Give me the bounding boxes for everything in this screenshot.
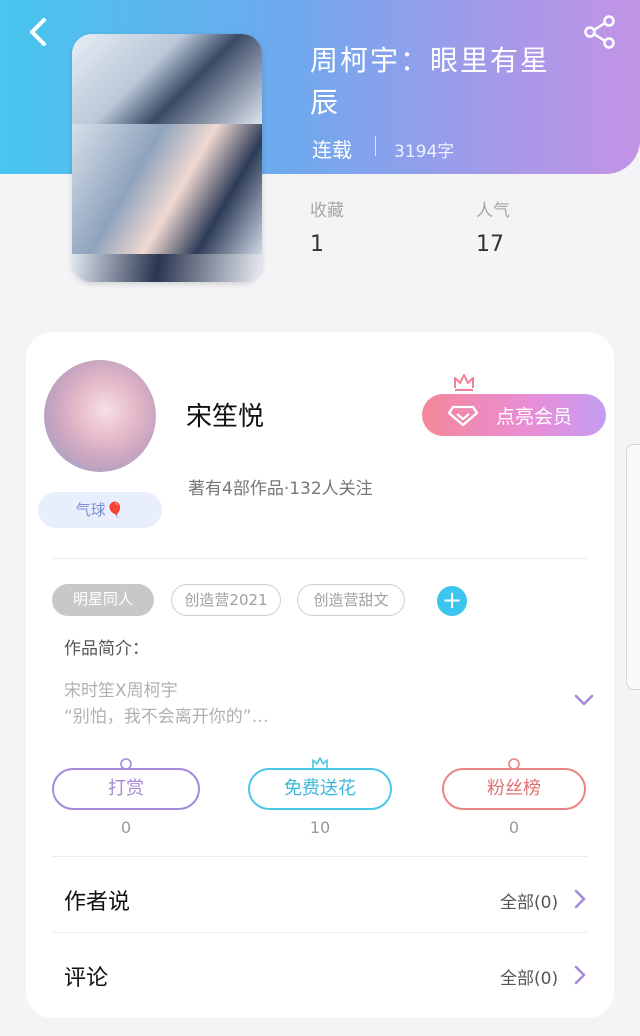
divider (375, 136, 376, 156)
stat-value-favorites: 1 (310, 232, 324, 257)
intro-label: 作品简介： (64, 639, 149, 659)
avatar[interactable] (44, 360, 156, 472)
divider (52, 558, 588, 559)
divider (52, 856, 588, 857)
side-scroll-handle[interactable] (626, 444, 640, 690)
author-notes-title[interactable]: 作者说 (64, 884, 130, 916)
share-icon[interactable] (580, 12, 620, 52)
author-name[interactable]: 宋笙悦 (186, 396, 264, 433)
send-flower-button[interactable]: 免费送花 (248, 768, 392, 810)
cover-image-part (72, 254, 262, 282)
add-tag-button[interactable]: + (437, 586, 467, 616)
book-title: 周柯宇：眼里有星辰 (310, 44, 551, 119)
word-count: 3194字 (394, 142, 455, 162)
diamond-icon (448, 405, 478, 427)
back-button[interactable] (20, 12, 60, 52)
tag-item[interactable]: 创造营2021 (171, 584, 281, 616)
comments-title[interactable]: 评论 (64, 960, 108, 992)
author-description: 著有4部作品·132人关注 (188, 479, 373, 499)
book-cover[interactable] (72, 34, 262, 282)
flower-count: 10 (309, 818, 331, 837)
fan-count: 0 (508, 818, 520, 837)
cover-image-part (72, 124, 262, 254)
tag-item[interactable]: 创造营甜文 (297, 584, 405, 616)
vip-button-label: 点亮会员 (496, 405, 573, 428)
reward-count: 0 (120, 818, 132, 837)
fan-ranking-button[interactable]: 粉丝榜 (442, 768, 586, 810)
divider (52, 932, 588, 933)
author-notes-all-link[interactable]: 全部(0) (500, 888, 558, 913)
crown-icon (454, 374, 474, 391)
intro-text: 宋时笙X周柯宇 (64, 681, 178, 701)
stat-label-popularity: 人气 (476, 201, 510, 221)
book-status: 连载 (312, 138, 352, 162)
intro-text: “别怕，我不会离开你的”… (64, 707, 269, 727)
chevron-right-icon[interactable] (572, 964, 588, 986)
stat-label-favorites: 收藏 (310, 201, 344, 221)
tag-item[interactable]: 明星同人 (52, 584, 154, 616)
chevron-right-icon[interactable] (572, 888, 588, 910)
cover-image-part (72, 34, 262, 124)
avatar-badge: 气球🎈 (38, 492, 162, 528)
reward-button[interactable]: 打赏 (52, 768, 200, 810)
chevron-down-icon[interactable] (572, 690, 596, 710)
comments-all-link[interactable]: 全部(0) (500, 964, 558, 989)
stat-value-popularity: 17 (476, 232, 504, 257)
